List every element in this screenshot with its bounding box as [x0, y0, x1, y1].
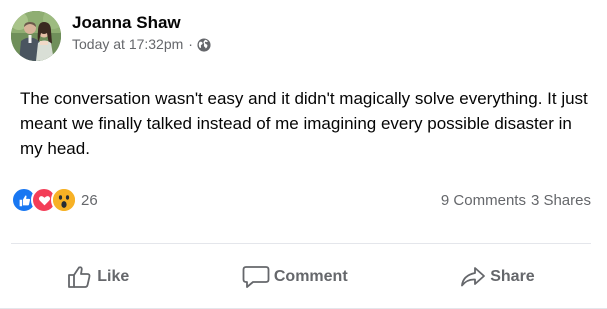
reactions-summary[interactable]: 26: [11, 187, 98, 213]
thumbs-up-icon: [67, 265, 93, 289]
comment-icon: [242, 265, 270, 289]
avatar-image: [11, 11, 61, 61]
share-button[interactable]: Share: [450, 259, 544, 295]
like-button[interactable]: Like: [57, 259, 139, 295]
wow-reaction-icon: [51, 187, 77, 213]
post-text: The conversation wasn't easy and it didn…: [20, 89, 588, 158]
like-label: Like: [97, 268, 130, 285]
share-icon: [460, 265, 486, 289]
share-label: Share: [490, 268, 535, 285]
post-card: Joanna Shaw Today at 17:32pm · The conve…: [0, 0, 607, 309]
shares-count[interactable]: 3 Shares: [531, 192, 591, 209]
reaction-count[interactable]: 26: [81, 192, 98, 209]
divider: [11, 243, 591, 244]
action-bar: Like Comment Share: [11, 255, 591, 299]
avatar[interactable]: [11, 11, 61, 61]
engagement-bar: 26 9 Comments 3 Shares: [11, 186, 591, 214]
comment-share-counts: 9 Comments 3 Shares: [441, 192, 591, 209]
comment-button[interactable]: Comment: [232, 259, 358, 295]
meta-separator: ·: [188, 36, 193, 52]
post-timestamp[interactable]: Today at 17:32pm: [72, 36, 183, 53]
comment-label: Comment: [273, 268, 348, 285]
author-name[interactable]: Joanna Shaw: [72, 13, 211, 33]
globe-icon[interactable]: [197, 37, 211, 52]
post-header: Joanna Shaw Today at 17:32pm ·: [11, 11, 211, 63]
comments-count[interactable]: 9 Comments: [441, 192, 526, 209]
post-meta: Joanna Shaw Today at 17:32pm ·: [72, 13, 211, 53]
post-subline: Today at 17:32pm ·: [72, 36, 211, 53]
